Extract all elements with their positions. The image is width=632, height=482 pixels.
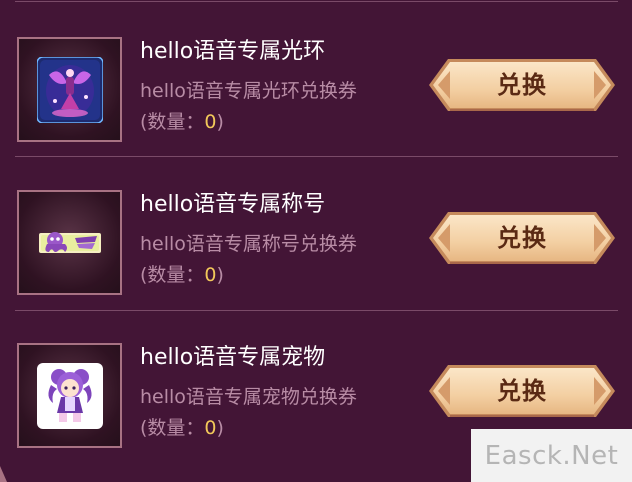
quantity-value: 0 (204, 417, 217, 439)
divider (15, 156, 618, 157)
quantity-label: (数量： (140, 111, 205, 133)
item-description: hello语音专属宠物兑换券 (140, 386, 357, 408)
item-quantity: (数量：0) (140, 260, 224, 287)
exchange-button[interactable]: 兑换 (428, 364, 616, 420)
item-thumbnail (17, 190, 122, 295)
exchange-list-page: hello语音专属光环 hello语音专属光环兑换券 (数量：0) 兑换 hel… (0, 0, 632, 482)
corner-decoration (0, 466, 7, 482)
quantity-suffix: ) (216, 264, 224, 286)
item-thumbnail (17, 37, 122, 142)
exchange-button-label: 兑换 (497, 224, 547, 252)
item-title: hello语音专属宠物 (140, 345, 326, 370)
quantity-suffix: ) (216, 111, 224, 133)
item-description: hello语音专属光环兑换券 (140, 80, 357, 102)
item-title: hello语音专属光环 (140, 39, 326, 64)
quantity-value: 0 (204, 111, 217, 133)
exchange-button[interactable]: 兑换 (428, 211, 616, 267)
exchange-button[interactable]: 兑换 (428, 58, 616, 114)
pet-icon (36, 362, 103, 429)
quantity-value: 0 (204, 264, 217, 286)
item-quantity: (数量：0) (140, 413, 224, 440)
item-title: hello语音专属称号 (140, 192, 326, 217)
item-thumbnail (17, 343, 122, 448)
divider (15, 310, 618, 311)
list-item-title-badge: hello语音专属称号 hello语音专属称号兑换券 (数量：0) 兑换 (0, 190, 632, 330)
title-badge-icon (37, 228, 103, 258)
quantity-label: (数量： (140, 417, 205, 439)
watermark: Easck.Net (471, 429, 632, 482)
quantity-suffix: ) (216, 417, 224, 439)
item-description: hello语音专属称号兑换券 (140, 233, 357, 255)
item-quantity: (数量：0) (140, 107, 224, 134)
watermark-text: Easck.Net (484, 440, 619, 471)
halo-icon (36, 56, 103, 123)
exchange-button-label: 兑换 (497, 377, 547, 405)
divider-top (15, 1, 618, 2)
exchange-button-label: 兑换 (497, 71, 547, 99)
quantity-label: (数量： (140, 264, 205, 286)
